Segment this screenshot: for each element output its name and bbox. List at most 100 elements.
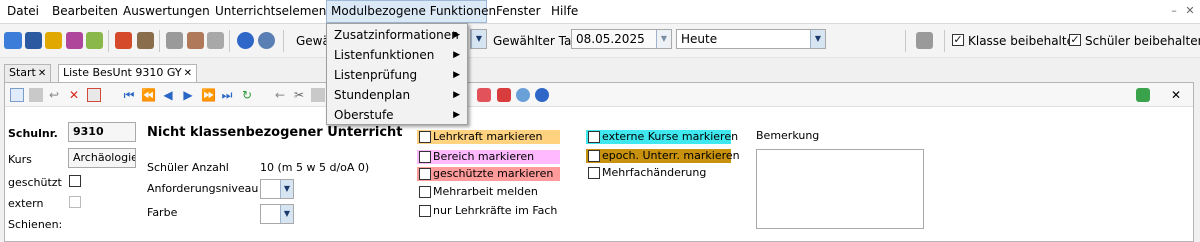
geschuetzte-markieren-checkbox[interactable] [419,168,431,180]
export-icon[interactable] [1136,88,1150,102]
save-icon[interactable] [29,88,43,102]
printer-icon[interactable] [137,32,154,49]
menu-item-zusatzinformationen[interactable]: Zusatzinformationen ▶ [327,25,467,45]
anforderungsniveau-label: Anforderungsniveau [147,182,259,195]
schueler-anzahl-label: Schüler Anzahl [147,161,229,174]
close-tab-icon[interactable]: ✕ [184,68,192,79]
mehrarbeit-melden-checkbox[interactable] [419,186,431,198]
tab-start[interactable]: Start ✕ [4,64,52,82]
keep-student-checkbox[interactable]: ✓ [1069,34,1081,46]
externe-kurse-markieren-item[interactable]: externe Kurse markieren [586,130,738,144]
geschuetzt-checkbox[interactable] [69,175,81,187]
bus-icon[interactable] [25,32,42,49]
new-record-icon[interactable] [10,88,24,102]
toolbar-separator [944,30,945,52]
delete-record-icon[interactable] [187,32,204,49]
schulnr-field[interactable]: 9310 [68,122,136,142]
lehrkraft-markieren-item[interactable]: Lehrkraft markieren [417,130,560,144]
externe-kurse-markieren-label: externe Kurse markieren [602,130,739,143]
externe-kurse-markieren-checkbox[interactable] [588,131,600,143]
geschuetzte-markieren-item[interactable]: geschützte markieren [417,167,560,181]
close-window-icon[interactable]: ✕ [1184,5,1196,17]
messages-icon[interactable] [86,32,103,49]
previous-record-icon[interactable]: ◀ [161,88,175,102]
next-record-icon[interactable]: ▶ [181,88,195,102]
next-page-icon[interactable]: ⏩ [201,88,216,102]
today-select[interactable]: Heute ▼ [676,29,826,49]
close-panel-icon[interactable]: ✕ [1169,88,1183,102]
bemerkung-textarea[interactable] [756,149,924,229]
classes-icon[interactable] [66,32,83,49]
bereich-markieren-checkbox[interactable] [419,151,431,163]
chevron-right-icon: ▶ [453,90,460,100]
nur-lehrkraefte-im-fach-label: nur Lehrkräfte im Fach [433,204,558,217]
help-icon[interactable] [258,32,275,49]
date-field[interactable]: 08.05.2025 ▼ [571,29,672,49]
tab-liste-besunt[interactable]: Liste BesUnt 9310 GY ✕ [58,64,197,82]
menu-modulbezogene-funktionen[interactable]: Modulbezogene Funktionen [326,0,496,23]
filter-icon[interactable] [497,88,511,102]
search-icon[interactable] [516,88,530,102]
first-record-icon[interactable]: ⏮ [122,88,136,102]
teachers-icon[interactable] [45,32,62,49]
minimize-icon[interactable]: – [1168,5,1180,17]
last-record-icon[interactable]: ⏭ [220,88,234,102]
filter-clear-icon[interactable] [477,88,491,102]
refresh-icon[interactable]: ↻ [240,88,254,102]
lehrkraft-markieren-checkbox[interactable] [419,131,431,143]
mehrarbeit-melden-item[interactable]: Mehrarbeit melden [417,185,560,199]
bereich-markieren-item[interactable]: Bereich markieren [417,150,560,164]
menu-datei[interactable]: Datei [3,0,43,23]
close-tab-icon[interactable]: ✕ [38,68,46,79]
menu-item-label: Stundenplan [334,88,411,102]
kurs-field[interactable]: Archäologie [68,148,136,168]
undo-icon[interactable]: ↩ [47,88,61,102]
schienen-label: Schienen: [8,218,63,231]
menu-item-oberstufe[interactable]: Oberstufe ▶ [327,105,467,125]
menu-hilfe[interactable]: Hilfe [547,0,582,23]
cut-icon[interactable]: ✂ [292,88,306,102]
bemerkung-label: Bemerkung [756,129,820,142]
info-icon[interactable] [237,32,254,49]
menu-fenster[interactable]: Fenster [492,0,545,23]
book-icon[interactable] [115,32,132,49]
menu-auswertungen[interactable]: Auswertungen [119,0,214,23]
menu-bearbeiten[interactable]: Bearbeiten [48,0,122,23]
selected-day-label: Gewählter Tag [493,34,579,48]
farbe-select[interactable]: ▼ [260,204,294,224]
delete-list-icon[interactable] [87,88,101,102]
keep-class-checkbox[interactable]: ✓ [952,34,964,46]
chevron-down-icon: ▼ [656,30,671,48]
mehrfachaenderung-item[interactable]: Mehrfachänderung [586,166,731,180]
lightning-icon[interactable] [207,32,224,49]
print-preview-icon[interactable] [916,32,933,49]
anforderungsniveau-select[interactable]: ▼ [260,179,294,199]
schulnr-label: Schulnr. [8,127,58,140]
epoch-unterr-markieren-item[interactable]: epoch. Unterr. markieren [586,149,740,163]
tab-start-label: Start [9,66,36,79]
tab-liste-label: Liste BesUnt 9310 GY [63,66,182,79]
menu-item-label: Oberstufe [334,108,394,122]
keep-student-label: Schüler beibehalten [1085,34,1200,48]
keep-class-label: Klasse beibehalten [968,34,1082,48]
menu-item-listenpruefung[interactable]: Listenprüfung ▶ [327,65,467,85]
help-icon[interactable] [535,88,549,102]
menu-item-stundenplan[interactable]: Stundenplan ▶ [327,85,467,105]
arrow-left-icon[interactable]: ← [273,88,287,102]
students-icon[interactable] [4,32,22,49]
epoch-unterr-markieren-checkbox[interactable] [588,150,600,162]
mehrfachaenderung-checkbox[interactable] [588,167,600,179]
previous-page-icon[interactable]: ⏪ [141,88,156,102]
toolbar-separator [283,30,284,52]
kurs-label: Kurs [8,153,32,166]
nur-lehrkraefte-im-fach-item[interactable]: nur Lehrkräfte im Fach [417,204,560,218]
selected-dropdown[interactable]: ▼ [470,29,487,49]
delete-icon[interactable]: ✕ [67,88,81,102]
copy-icon[interactable] [166,32,183,49]
epoch-unterr-markieren-label: epoch. Unterr. markieren [602,149,740,162]
menu-unterrichtselement[interactable]: Unterrichtselement [211,0,335,23]
chevron-right-icon: ▶ [453,110,460,120]
menu-item-listenfunktionen[interactable]: Listenfunktionen ▶ [327,45,467,65]
nur-lehrkraefte-im-fach-checkbox[interactable] [419,205,431,217]
paste-icon[interactable] [311,88,325,102]
